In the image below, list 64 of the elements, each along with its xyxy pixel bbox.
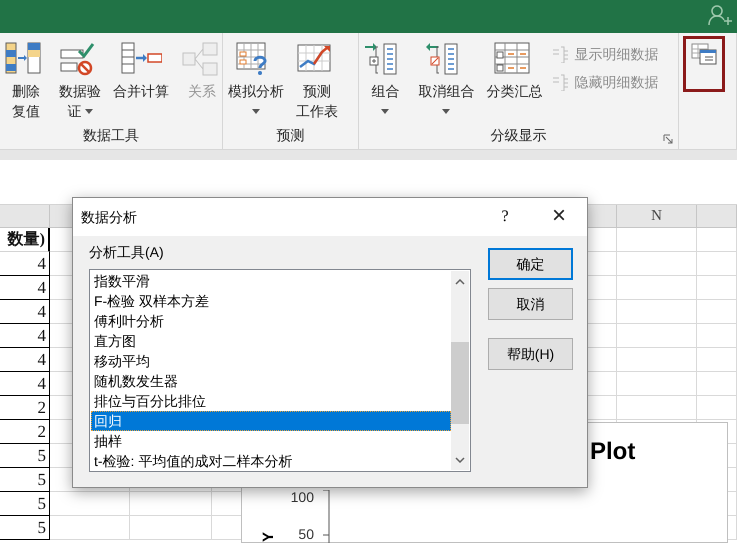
table-cell: 4 <box>0 276 50 300</box>
table-cell: 4 <box>0 372 50 396</box>
table-cell: 5 <box>0 516 50 540</box>
scrollbar[interactable] <box>451 271 469 470</box>
dialog-button[interactable]: 确定 <box>488 248 573 280</box>
table-icon <box>690 43 717 65</box>
table-cell <box>697 252 737 276</box>
list-item[interactable]: 抽样 <box>91 431 451 451</box>
list-item[interactable]: F-检验 双样本方差 <box>91 291 451 311</box>
column-header[interactable]: N <box>617 205 697 227</box>
list-item[interactable]: 傅利叶分析 <box>91 311 451 331</box>
table-cell: 4 <box>0 324 50 348</box>
list-item[interactable]: 移动平均 <box>91 351 451 371</box>
table-cell: 4 <box>0 300 50 324</box>
table-cell: 5 <box>0 468 50 492</box>
table-cell: 4 <box>0 252 50 276</box>
add-user-icon <box>708 4 732 26</box>
group-label: 分级显示 <box>490 126 547 145</box>
group-label: 预测 <box>276 126 305 145</box>
list-item[interactable]: 排位与百分比排位 <box>91 391 451 411</box>
list-item[interactable]: 随机数发生器 <box>91 371 451 391</box>
scroll-up-icon <box>455 279 465 285</box>
list-item[interactable]: t-检验: 平均值的成对二样本分析 <box>91 451 451 471</box>
tick-label: 100 <box>290 489 314 505</box>
ribbon-button[interactable]: 组合 <box>361 41 410 114</box>
table-cell: 4 <box>0 348 50 372</box>
help-button[interactable]: ? <box>491 203 519 231</box>
outline-rows-icon <box>552 73 570 91</box>
table-cell: 2 <box>0 396 50 420</box>
outline-rows-icon <box>552 45 570 63</box>
ribbon-button[interactable]: 预测 工作表 <box>293 41 341 121</box>
ribbon-button[interactable]: 数据验 证 <box>56 41 104 121</box>
table-cell <box>697 396 737 420</box>
axis-label: Y <box>261 532 277 542</box>
list-label: 分析工具(A) <box>89 243 164 262</box>
table-cell <box>697 300 737 324</box>
list-item[interactable]: 指数平滑 <box>91 271 451 291</box>
group-label: 数据工具 <box>83 126 139 145</box>
table-cell: 5 <box>0 492 50 516</box>
dialog-button[interactable]: 帮助(H) <box>488 338 573 370</box>
ribbon-button[interactable]: 模拟分析 <box>225 41 287 114</box>
y-axis <box>322 490 330 543</box>
ribbon-button[interactable]: 取消组合 <box>415 41 478 114</box>
ribbon-button[interactable]: 合并计算 <box>110 41 172 101</box>
ribbon-button[interactable]: 分类汇总 <box>483 41 546 101</box>
table-cell <box>697 228 737 252</box>
dialog-launcher-icon[interactable] <box>662 134 673 144</box>
table-cell: 5 <box>0 444 50 468</box>
table-cell <box>697 348 737 372</box>
dialog-button[interactable]: 取消 <box>488 288 573 320</box>
close-button[interactable]: × <box>543 201 575 231</box>
table-cell: 2 <box>0 420 50 444</box>
tick-label: 50 <box>298 526 314 542</box>
table-cell <box>697 372 737 396</box>
dialog-title: 数据分析 <box>81 208 137 227</box>
list-item[interactable]: 回归 <box>91 411 451 431</box>
table-cell: 数量) <box>0 228 50 252</box>
scroll-down-icon <box>455 457 465 463</box>
ribbon-button[interactable] <box>682 36 725 92</box>
table-cell <box>697 324 737 348</box>
table-cell <box>697 276 737 300</box>
chart-title: Plot <box>590 437 636 467</box>
ribbon-button[interactable]: 删除 复值 <box>2 41 50 121</box>
list-item[interactable]: 直方图 <box>91 331 451 351</box>
